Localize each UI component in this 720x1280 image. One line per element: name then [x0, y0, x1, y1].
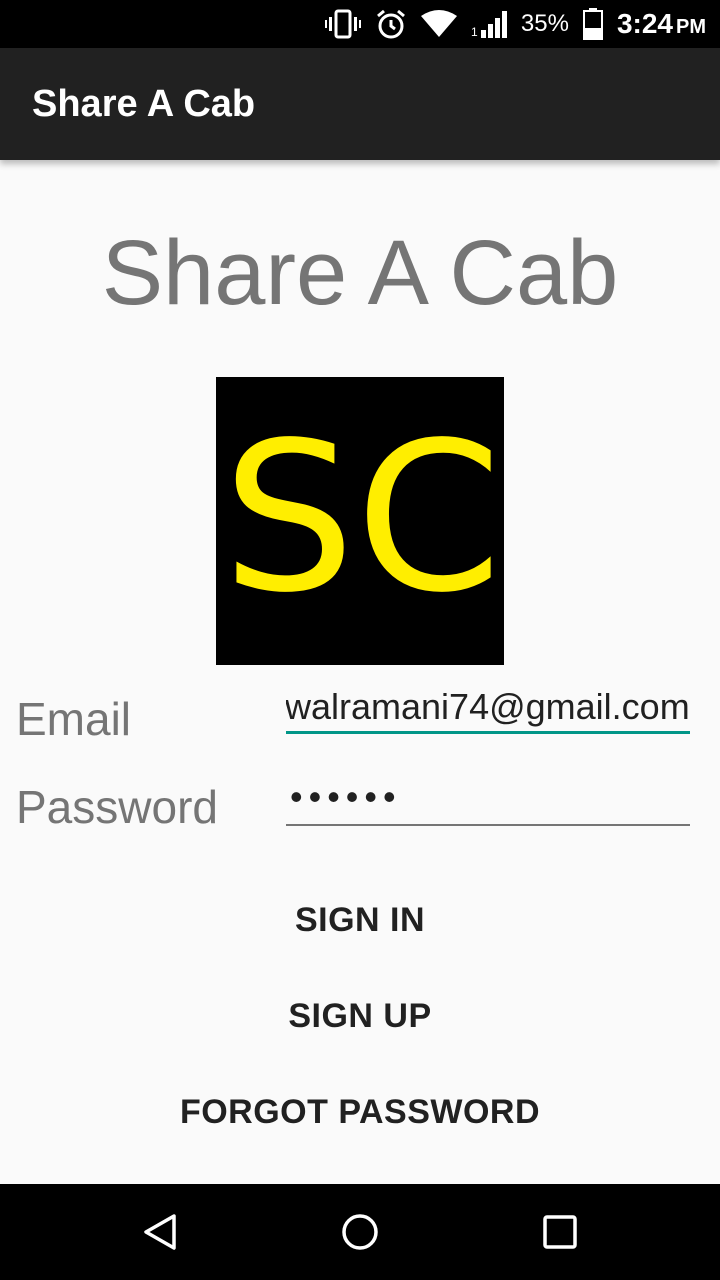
back-icon: [144, 1214, 176, 1250]
alarm-icon: [375, 8, 407, 40]
navigation-bar: [0, 1184, 720, 1280]
app-bar-title: Share A Cab: [32, 82, 256, 125]
vibrate-icon: [324, 9, 361, 39]
clock-time: 3:24: [616, 8, 673, 39]
home-button[interactable]: [336, 1208, 384, 1256]
password-label: Password: [16, 781, 218, 833]
sign-in-button[interactable]: SIGN IN: [0, 880, 720, 960]
recents-icon: [543, 1215, 577, 1249]
clock: 3:24 PM: [617, 8, 706, 40]
svg-text:1: 1: [471, 25, 478, 38]
app-logo: SC: [216, 377, 504, 665]
email-field[interactable]: [286, 682, 690, 734]
signal-icon: 1: [471, 10, 507, 38]
wifi-icon: [420, 10, 457, 38]
password-field[interactable]: [286, 770, 690, 826]
hero-title: Share A Cab: [101, 222, 619, 324]
recents-button[interactable]: [536, 1208, 584, 1256]
sign-up-button[interactable]: SIGN UP: [0, 976, 720, 1056]
status-bar: 1 35% 3:24 PM: [0, 0, 720, 48]
home-icon: [342, 1214, 378, 1250]
clock-suffix: PM: [676, 16, 706, 38]
logo-text: SC: [222, 398, 502, 638]
login-screen: 1 35% 3:24PM Share A Cab Share A Cab SC: [0, 0, 720, 1280]
battery-percent: 35%: [520, 10, 569, 37]
back-button[interactable]: [136, 1208, 184, 1256]
forgot-password-button[interactable]: FORGOT PASSWORD: [0, 1072, 720, 1152]
battery-icon: [582, 8, 603, 40]
app-bar: Share A Cab: [0, 48, 720, 160]
email-label: Email: [16, 693, 132, 745]
